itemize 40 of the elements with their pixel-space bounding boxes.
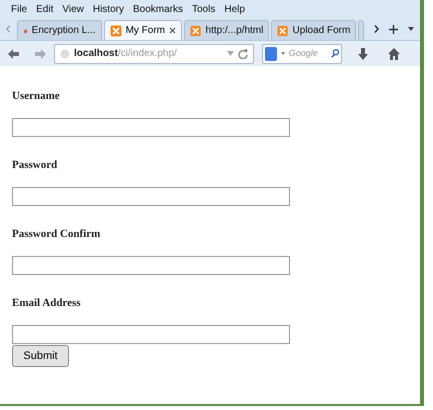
text-field[interactable] xyxy=(12,187,290,206)
field-label: Password xyxy=(12,158,58,171)
browser-tab[interactable]: Encryption L... xyxy=(16,20,102,40)
menu-item[interactable]: Help xyxy=(224,2,245,16)
reload-icon[interactable] xyxy=(238,48,248,58)
menu-item[interactable]: History xyxy=(92,2,124,16)
browser-tab[interactable]: http:/...p/html xyxy=(184,20,270,40)
field-label: Username xyxy=(12,89,61,102)
text-field[interactable] xyxy=(12,325,290,344)
tab-title: My Form xyxy=(126,24,166,38)
menu-item[interactable]: File xyxy=(11,2,28,16)
submit-button[interactable]: Submit xyxy=(12,345,69,367)
chevron-right-icon[interactable] xyxy=(374,25,379,33)
search-field[interactable]: Google xyxy=(262,44,342,64)
plus-icon[interactable] xyxy=(389,24,398,34)
url-text: localhost/ci/index.php/ xyxy=(74,47,177,61)
menu-item[interactable]: Bookmarks xyxy=(132,2,183,16)
back-icon[interactable] xyxy=(8,48,19,58)
address-field[interactable]: localhost/ci/index.php/ xyxy=(54,44,254,64)
tab-title: http:/...p/html xyxy=(206,24,264,38)
menu-item[interactable]: View xyxy=(62,2,84,16)
field-label: Email Address xyxy=(12,296,82,309)
search-input[interactable]: Google xyxy=(288,46,327,60)
close-icon[interactable] xyxy=(169,27,176,34)
caret-icon[interactable] xyxy=(280,52,285,55)
text-field[interactable] xyxy=(12,118,290,137)
menu-item[interactable]: Tools xyxy=(192,2,216,16)
browser-tab[interactable]: My Form xyxy=(104,20,182,40)
text-field[interactable] xyxy=(12,256,290,275)
field-label: Password Confirm xyxy=(12,227,102,240)
tab-title: Upload Form xyxy=(292,24,350,38)
search-engine-icon[interactable] xyxy=(265,46,277,60)
home-icon[interactable] xyxy=(388,48,400,60)
caret-icon[interactable] xyxy=(408,27,414,31)
tab-title: Encryption L... xyxy=(32,24,96,38)
browser-tab[interactable]: Upload Form xyxy=(271,20,356,40)
menu-item[interactable]: Edit xyxy=(36,2,54,16)
download-icon[interactable] xyxy=(358,48,368,60)
search-icon[interactable] xyxy=(330,48,340,59)
chevron-left-icon[interactable] xyxy=(6,25,11,33)
